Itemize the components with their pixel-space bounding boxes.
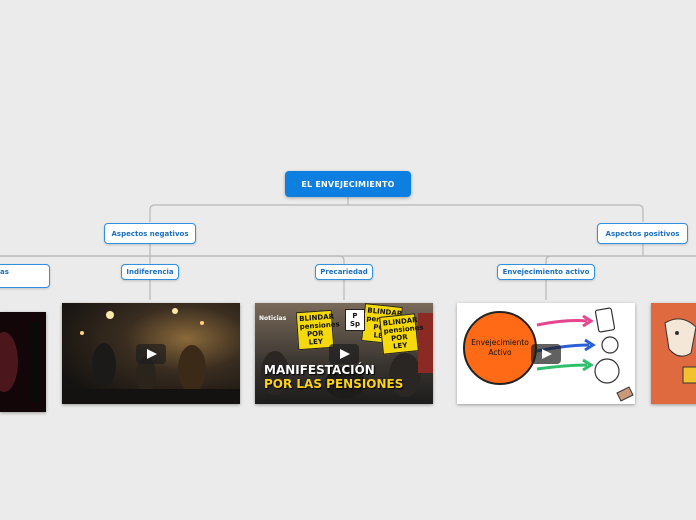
- news-corner-label: Noticias: [259, 315, 287, 322]
- precariedad-node[interactable]: Precariedad: [315, 264, 373, 280]
- protest-sign: P Sp: [345, 309, 365, 331]
- aspectos-positivos-node[interactable]: Aspectos positivos: [597, 223, 688, 244]
- video-thumbnail-precariedad[interactable]: BLINDAR pensiones POR LEY BLINDAR pensio…: [255, 303, 433, 404]
- play-button-icon[interactable]: [329, 343, 359, 364]
- video-thumbnail-partial-left[interactable]: [0, 312, 46, 412]
- video-thumbnail-partial-right[interactable]: [651, 303, 696, 404]
- indiferencia-node[interactable]: Indiferencia: [121, 264, 179, 280]
- envejecimiento-activo-node[interactable]: Envejecimiento activo: [497, 264, 595, 280]
- connector-lines: [0, 197, 696, 300]
- dark-scene-image: [0, 312, 46, 412]
- video-thumbnail-indiferencia[interactable]: [62, 303, 240, 404]
- root-node[interactable]: EL ENVEJECIMIENTO: [285, 171, 411, 197]
- video-thumbnail-envejecimiento-activo[interactable]: Envejecimiento Activo: [457, 303, 635, 404]
- protest-sign: BLINDAR pensiones POR LEY: [379, 313, 424, 355]
- video-banner-line1: MANIFESTACIÓN: [264, 363, 375, 377]
- mind-map-canvas[interactable]: EL ENVEJECIMIENTO Aspectos negativos Asp…: [0, 0, 696, 520]
- aspectos-negativos-node[interactable]: Aspectos negativos: [104, 223, 196, 244]
- play-button-icon[interactable]: [531, 343, 561, 364]
- play-button-icon[interactable]: [136, 343, 166, 364]
- partial-topic-node[interactable]: nas: [0, 264, 50, 288]
- protest-sign: BLINDAR pensiones POR LEY: [295, 309, 340, 351]
- video-banner-line2: POR LAS PENSIONES: [264, 377, 404, 391]
- cartoon-image: [651, 303, 696, 404]
